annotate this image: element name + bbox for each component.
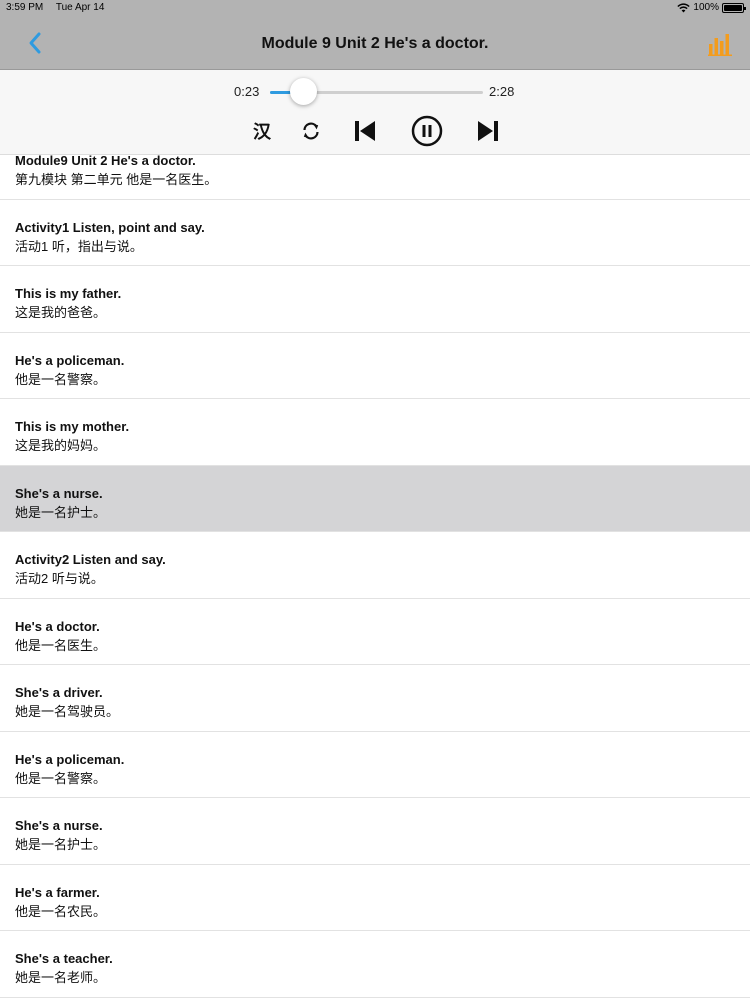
repeat-button[interactable] xyxy=(298,118,324,144)
sentence-chinese: 活动1 听，指出与说。 xyxy=(15,238,143,254)
pause-button[interactable] xyxy=(410,114,444,148)
status-time: 3:59 PM xyxy=(6,2,44,13)
stats-button[interactable] xyxy=(708,32,732,56)
page-title: Module 9 Unit 2 He's a doctor. xyxy=(261,35,489,52)
sentence-english: He's a doctor. xyxy=(15,618,100,634)
sentence-english: Module9 Unit 2 He's a doctor. xyxy=(15,155,196,168)
sentence-chinese: 第九模块 第二单元 他是一名医生。 xyxy=(15,172,218,187)
sentence-row[interactable]: Activity2 Listen and say. 活动2 听与说。 xyxy=(0,532,750,599)
sentence-chinese: 他是一名农民。 xyxy=(15,903,107,919)
battery-icon xyxy=(722,2,746,13)
previous-button[interactable] xyxy=(352,118,378,144)
chevron-left-icon xyxy=(29,32,41,54)
back-button[interactable] xyxy=(24,28,48,58)
battery-percent: 100% xyxy=(693,2,719,13)
sentence-chinese: 他是一名警察。 xyxy=(15,770,107,786)
sentence-chinese: 这是我的妈妈。 xyxy=(15,438,107,453)
skip-previous-icon xyxy=(355,121,375,141)
sentence-row[interactable]: He's a farmer. 他是一名农民。 xyxy=(0,865,750,931)
repeat-icon xyxy=(303,122,319,140)
sentence-english: This is my mother. xyxy=(15,419,130,434)
sentence-row[interactable]: She's a driver. 她是一名驾驶员。 xyxy=(0,665,750,732)
current-time: 0:23 xyxy=(234,84,260,99)
chinese-toggle-label: 汉 xyxy=(253,122,271,142)
sentence-row[interactable]: She's a nurse. 她是一名护士。 xyxy=(0,465,750,532)
sentence-english: He's a policeman. xyxy=(15,751,125,767)
sentence-row[interactable]: He's a policeman. 他是一名警察。 xyxy=(0,333,750,399)
sentence-english: She's a driver. xyxy=(15,685,103,700)
sentence-chinese: 他是一名警察。 xyxy=(15,371,107,387)
sentence-english: Activity2 Listen and say. xyxy=(15,552,166,567)
sentence-chinese: 活动2 听与说。 xyxy=(15,571,104,586)
navigation-bar: Module 9 Unit 2 He's a doctor. xyxy=(0,15,750,70)
chinese-toggle-button[interactable]: 汉 xyxy=(249,118,275,144)
sentence-row[interactable]: This is my father. 这是我的爸爸。 xyxy=(0,266,750,333)
status-bar: 3:59 PM Tue Apr 14 100% xyxy=(0,0,750,15)
audio-player: 0:23 2:28 汉 xyxy=(0,70,750,155)
pause-icon xyxy=(411,115,443,147)
status-date: Tue Apr 14 xyxy=(55,2,105,13)
status-right: 100% xyxy=(677,0,746,15)
sentence-row[interactable]: Activity1 Listen, point and say. 活动1 听，指出… xyxy=(0,200,750,266)
sentence-chinese: 她是一名护士。 xyxy=(15,837,107,852)
sentence-row[interactable]: Module9 Unit 2 He's a doctor. 第九模块 第二单元 他… xyxy=(0,155,750,200)
skip-next-icon xyxy=(478,121,498,141)
sentence-chinese: 他是一名医生。 xyxy=(15,637,107,653)
sentence-english: This is my father. xyxy=(15,286,122,301)
sentence-list[interactable]: Module9 Unit 2 He's a doctor. 第九模块 第二单元 他… xyxy=(0,155,750,1000)
sentence-english: He's a policeman. xyxy=(15,352,125,368)
battery-level xyxy=(724,4,742,11)
sentence-english: She's a nurse. xyxy=(15,818,103,833)
sentence-row[interactable]: She's a teacher. 她是一名老师。 xyxy=(0,931,750,998)
sentence-chinese: 她是一名老师。 xyxy=(15,970,107,985)
sentence-chinese: 她是一名驾驶员。 xyxy=(15,704,120,719)
sentence-row[interactable]: This is my mother. 这是我的妈妈。 xyxy=(0,399,750,466)
next-button[interactable] xyxy=(475,118,501,144)
status-left: 3:59 PM Tue Apr 14 xyxy=(6,0,114,15)
bar-chart-icon xyxy=(708,34,732,56)
sentence-row[interactable]: She's a nurse. 她是一名护士。 xyxy=(0,798,750,865)
sentence-english: Activity1 Listen, point and say. xyxy=(15,219,205,235)
progress-thumb[interactable] xyxy=(290,78,317,105)
sentence-row[interactable]: He's a doctor. 他是一名医生。 xyxy=(0,599,750,665)
sentence-chinese: 她是一名护士。 xyxy=(15,504,107,520)
wifi-icon xyxy=(677,2,691,12)
sentence-chinese: 这是我的爸爸。 xyxy=(15,305,107,320)
sentence-english: She's a nurse. xyxy=(15,485,103,501)
sentence-english: She's a teacher. xyxy=(15,951,113,966)
total-time: 2:28 xyxy=(489,84,515,99)
sentence-row[interactable]: He's a policeman. 他是一名警察。 xyxy=(0,732,750,798)
sentence-english: He's a farmer. xyxy=(15,884,100,900)
sentence-list-content: Module9 Unit 2 He's a doctor. 第九模块 第二单元 他… xyxy=(0,155,750,998)
